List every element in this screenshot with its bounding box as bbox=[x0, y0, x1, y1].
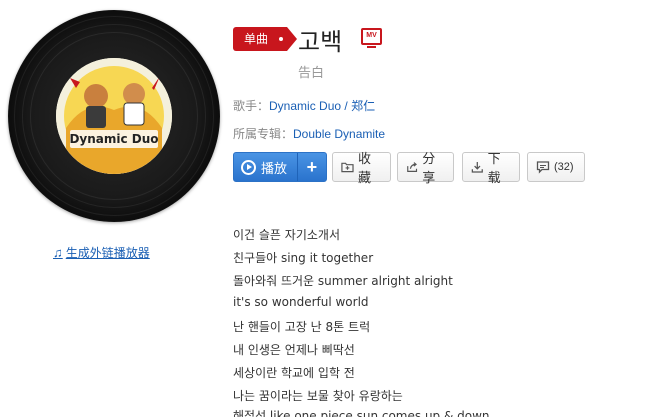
share-icon bbox=[407, 162, 418, 172]
music-note-icon: ♫ bbox=[53, 245, 63, 260]
lyric-line: 세상이란 학교에 입학 전 bbox=[233, 366, 355, 380]
lyric-line: it's so wonderful world bbox=[233, 295, 369, 309]
single-badge-label: 单曲 bbox=[244, 32, 269, 46]
singer-label: 歌手： bbox=[233, 99, 270, 113]
lyric-line: 이건 슬픈 자기소개서 bbox=[233, 228, 340, 242]
album-cover-image: Dynamic Duo bbox=[56, 58, 172, 174]
singer-link-jungin[interactable]: 郑仁 bbox=[351, 99, 375, 113]
play-button-group: 播放 + bbox=[233, 152, 327, 182]
download-icon bbox=[471, 162, 483, 173]
favorite-label: 收藏 bbox=[357, 151, 371, 185]
lyric-line: 돌아와줘 뜨거운 summer alright alright bbox=[233, 274, 453, 288]
lyric-line: 해적선 like one piece sun comes up & down bbox=[233, 409, 490, 417]
album-label: 所属专辑： bbox=[233, 127, 294, 141]
song-title: 고백 bbox=[298, 28, 343, 56]
album-disc: Dynamic Duo bbox=[8, 10, 220, 222]
play-label: 播放 bbox=[261, 160, 288, 176]
mv-icon[interactable]: MV bbox=[361, 28, 382, 48]
external-player-link[interactable]: ♫ 生成外链播放器 bbox=[53, 244, 150, 261]
singer-row: 歌手：Dynamic Duo / 郑仁 bbox=[233, 97, 375, 114]
share-label: 分享 bbox=[422, 151, 436, 185]
singer-separator: / bbox=[341, 99, 352, 113]
download-button[interactable]: 下载 bbox=[462, 151, 520, 185]
single-badge: 单曲 bbox=[233, 27, 297, 51]
download-label: 下载 bbox=[487, 151, 501, 185]
share-button[interactable]: 分享 bbox=[397, 151, 454, 185]
badge-dot-icon bbox=[279, 37, 283, 41]
play-icon bbox=[241, 159, 256, 175]
lyric-line: 내 인생은 언제나 삐딱선 bbox=[233, 343, 355, 357]
comment-button[interactable]: (32) bbox=[527, 152, 585, 182]
album-row: 所属专辑：Double Dynamite bbox=[233, 125, 385, 142]
comment-icon bbox=[536, 161, 550, 174]
folder-plus-icon bbox=[341, 162, 354, 173]
song-subtitle: 告白 bbox=[298, 65, 325, 80]
lyric-line: 난 핸들이 고장 난 8톤 트럭 bbox=[233, 320, 371, 334]
singer-link-dynamic-duo[interactable]: Dynamic Duo bbox=[269, 99, 341, 113]
album-link[interactable]: Double Dynamite bbox=[293, 127, 385, 141]
add-to-playlist-button[interactable]: + bbox=[296, 153, 326, 181]
lyric-line: 친구들아 sing it together bbox=[233, 251, 374, 265]
album-cover-text: Dynamic Duo bbox=[69, 132, 158, 146]
favorite-button[interactable]: 收藏 bbox=[332, 151, 391, 185]
lyric-line: 나는 꿈이라는 보물 찾아 유랑하는 bbox=[233, 389, 403, 403]
external-player-label: 生成外链播放器 bbox=[65, 246, 150, 260]
play-button[interactable]: 播放 bbox=[234, 153, 297, 181]
comment-count: (32) bbox=[554, 161, 574, 173]
